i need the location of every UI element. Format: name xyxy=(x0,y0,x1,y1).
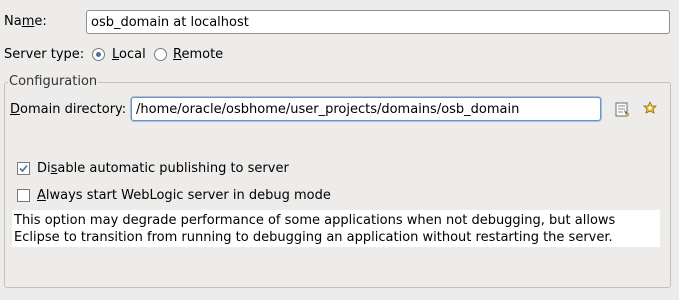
local-radio[interactable] xyxy=(92,48,105,61)
remote-radio[interactable] xyxy=(154,48,167,61)
debug-mode-note: This option may degrade performance of s… xyxy=(12,210,660,247)
name-field[interactable] xyxy=(86,10,670,34)
disable-publishing-checkbox[interactable] xyxy=(17,162,30,175)
debug-mode-note-text: This option may degrade performance of s… xyxy=(14,213,616,245)
domain-directory-field[interactable] xyxy=(131,97,601,121)
server-type-label: Server type: xyxy=(4,47,85,62)
configuration-group-title: Configuration xyxy=(8,74,99,90)
checkmark-icon xyxy=(19,164,28,173)
debug-mode-checkbox[interactable] xyxy=(17,189,30,202)
disable-publishing-label[interactable]: Disable automatic publishing to server xyxy=(37,161,289,177)
variables-icon[interactable] xyxy=(641,100,659,118)
debug-mode-label[interactable]: Always start WebLogic server in debug mo… xyxy=(37,188,331,204)
browse-folder-icon[interactable] xyxy=(614,101,632,119)
domain-directory-label: Domain directory: xyxy=(10,102,127,117)
remote-radio-label[interactable]: Remote xyxy=(173,47,223,63)
local-radio-label[interactable]: Local xyxy=(112,47,146,63)
name-label: Name: xyxy=(4,14,47,29)
